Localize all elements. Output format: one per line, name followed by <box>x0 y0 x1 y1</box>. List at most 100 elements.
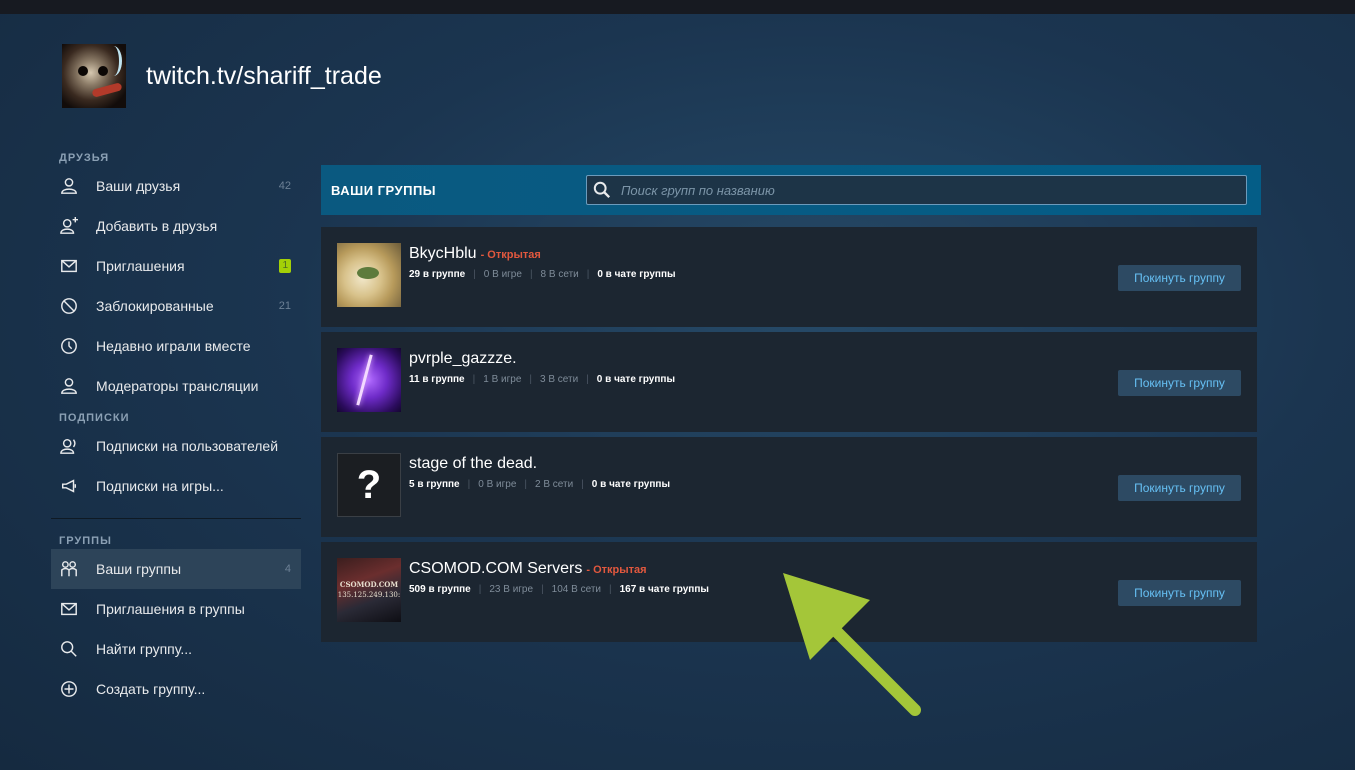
avatar-cigar <box>91 82 123 98</box>
top-bar <box>0 0 1355 14</box>
sidebar-item-label: Заблокированные <box>96 298 214 314</box>
clock-icon <box>59 336 79 356</box>
sidebar-item-label: Ваши друзья <box>96 178 181 194</box>
person-broadcast-icon <box>59 436 79 456</box>
group-ingame: 0 В игре <box>483 269 522 280</box>
section-title-groups: ГРУППЫ <box>59 535 112 547</box>
sidebar-item-blocked[interactable]: Заблокированные 21 <box>51 286 301 326</box>
leave-group-button[interactable]: Покинуть группу <box>1118 475 1241 501</box>
group-online: 3 В сети <box>540 374 579 385</box>
group-online: 104 В сети <box>551 584 601 595</box>
megaphone-icon <box>59 476 79 496</box>
group-avatar[interactable]: ? <box>337 453 401 517</box>
sidebar-item-label: Приглашения в группы <box>96 601 245 617</box>
stat-separator: | <box>581 479 584 490</box>
sidebar: ДРУЗЬЯ Ваши друзья 42 Добавить в друзья … <box>51 150 301 709</box>
sidebar-item-game-subscriptions[interactable]: Подписки на игры... <box>51 466 301 506</box>
avatar-eye <box>78 66 88 76</box>
stat-separator: | <box>467 479 471 490</box>
group-card: BkycHblu - Открытая 29 в группе | 0 В иг… <box>321 227 1257 327</box>
group-avatar[interactable] <box>337 243 401 307</box>
stat-separator: | <box>529 374 532 385</box>
search-box[interactable] <box>586 175 1247 205</box>
group-info: pvrple_gazzze. 11 в группе | 1 В игре | … <box>409 350 675 385</box>
group-chat: 0 в чате группы <box>596 374 675 385</box>
group-info: stage of the dead. 5 в группе | 0 В игре… <box>409 455 670 490</box>
group-stats: 29 в группе | 0 В игре | 8 В сети | 0 в … <box>409 269 676 280</box>
profile-avatar[interactable] <box>62 44 126 108</box>
group-name[interactable]: pvrple_gazzze. <box>409 350 517 368</box>
group-ingame: 0 В игре <box>478 479 517 490</box>
sidebar-item-invites[interactable]: Приглашения 1 <box>51 246 301 286</box>
sidebar-item-create-group[interactable]: Создать группу... <box>51 669 301 709</box>
sidebar-item-user-subscriptions[interactable]: Подписки на пользователей <box>51 426 301 466</box>
sidebar-item-broadcast-moderators[interactable]: Модераторы трансляции <box>51 366 301 406</box>
avatar-smoke <box>105 46 122 76</box>
stat-separator: | <box>473 269 476 280</box>
group-card: pvrple_gazzze. 11 в группе | 1 В игре | … <box>321 332 1257 432</box>
annotation-arrow-icon <box>783 573 921 716</box>
group-online: 8 В сети <box>540 269 579 280</box>
leave-group-button[interactable]: Покинуть группу <box>1118 370 1241 396</box>
leave-group-button[interactable]: Покинуть группу <box>1118 265 1241 291</box>
group-search-input[interactable] <box>619 181 1223 199</box>
invites-badge: 1 <box>279 259 291 273</box>
stat-separator: | <box>586 374 589 385</box>
blocked-icon <box>59 296 79 316</box>
plus-circle-icon <box>59 679 79 699</box>
search-icon <box>593 181 611 199</box>
group-stats: 509 в группе | 23 В игре | 104 В сети | … <box>409 584 709 595</box>
group-name[interactable]: stage of the dead. <box>409 455 537 473</box>
group-chat: 0 в чате группы <box>591 479 670 490</box>
leave-group-button[interactable]: Покинуть группу <box>1118 580 1241 606</box>
group-avatar[interactable] <box>337 348 401 412</box>
group-members: 509 в группе <box>409 584 471 595</box>
group-stats: 11 в группе | 1 В игре | 3 В сети | 0 в … <box>409 374 675 385</box>
sidebar-item-your-groups[interactable]: Ваши группы 4 <box>51 549 301 589</box>
sidebar-item-your-friends[interactable]: Ваши друзья 42 <box>51 166 301 206</box>
groups-header: ВАШИ ГРУППЫ <box>321 165 1261 215</box>
section-title-subscriptions: ПОДПИСКИ <box>59 412 130 424</box>
sidebar-item-label: Модераторы трансляции <box>96 378 259 394</box>
people-icon <box>59 559 79 579</box>
sidebar-item-label: Найти группу... <box>96 641 193 657</box>
sidebar-item-add-friend[interactable]: Добавить в друзья <box>51 206 301 246</box>
sidebar-item-label: Ваши группы <box>96 561 182 577</box>
sidebar-item-recently-played[interactable]: Недавно играли вместе <box>51 326 301 366</box>
group-info: CSOMOD.COM Servers - Открытая 509 в груп… <box>409 560 709 595</box>
group-chat: 167 в чате группы <box>619 584 709 595</box>
sidebar-item-label: Приглашения <box>96 258 185 274</box>
group-members: 11 в группе <box>409 374 465 385</box>
sidebar-item-label: Добавить в друзья <box>96 218 218 234</box>
stat-separator: | <box>529 269 533 280</box>
sidebar-item-group-invites[interactable]: Приглашения в группы <box>51 589 301 629</box>
stat-separator: | <box>541 584 544 595</box>
group-members: 5 в группе <box>409 479 460 490</box>
group-ingame: 23 В игре <box>489 584 534 595</box>
stat-separator: | <box>478 584 482 595</box>
group-stats: 5 в группе | 0 В игре | 2 В сети | 0 в ч… <box>409 479 670 490</box>
sidebar-item-find-group[interactable]: Найти группу... <box>51 629 301 669</box>
stat-separator: | <box>472 374 476 385</box>
group-card: ? stage of the dead. 5 в группе | 0 В иг… <box>321 437 1257 537</box>
person-icon <box>59 376 79 396</box>
profile-name[interactable]: twitch.tv/shariff_trade <box>146 62 382 91</box>
group-open-label: - Открытая <box>586 564 647 576</box>
group-avatar[interactable]: CSOMOD.COM 135.125.249.130: <box>337 558 401 622</box>
section-title-friends: ДРУЗЬЯ <box>59 152 110 164</box>
avatar-text: 135.125.249.130: <box>337 591 401 599</box>
person-add-icon <box>59 216 79 236</box>
stat-separator: | <box>586 269 590 280</box>
sidebar-item-label: Подписки на игры... <box>96 478 224 494</box>
stat-separator: | <box>524 479 527 490</box>
group-online: 2 В сети <box>535 479 574 490</box>
avatar-food-detail <box>357 267 379 279</box>
groups-count: 4 <box>284 563 291 575</box>
friends-count: 42 <box>278 180 291 192</box>
search-icon <box>59 639 79 659</box>
page-title: ВАШИ ГРУППЫ <box>331 182 437 198</box>
sidebar-item-label: Подписки на пользователей <box>96 438 279 454</box>
group-name[interactable]: CSOMOD.COM Servers <box>409 560 582 578</box>
group-ingame: 1 В игре <box>483 374 522 385</box>
group-name[interactable]: BkycHblu <box>409 245 477 263</box>
